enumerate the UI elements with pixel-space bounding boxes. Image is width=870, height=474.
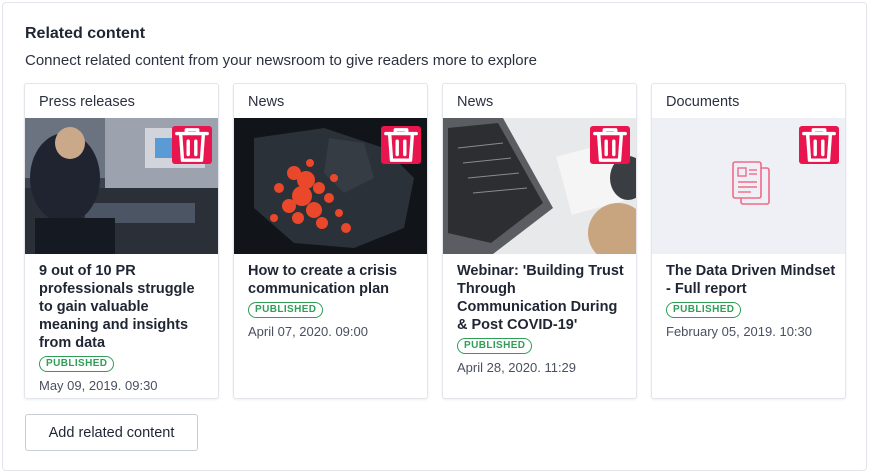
status-badge: PUBLISHED [248, 302, 324, 318]
trash-icon [593, 128, 627, 162]
card-thumbnail[interactable] [652, 118, 845, 254]
card-type-label: Press releases [39, 94, 135, 110]
related-card[interactable]: News Webinar: 'Building Trust Through Co… [442, 83, 637, 399]
trash-icon [802, 128, 836, 162]
trash-icon [175, 128, 209, 162]
delete-button[interactable] [799, 126, 839, 164]
card-title-text[interactable]: How to create a crisis communication pla… [248, 263, 397, 297]
card-thumbnail[interactable] [234, 118, 427, 254]
card-title-text[interactable]: The Data Driven Mindset - Full report [666, 263, 835, 297]
card-title-text[interactable]: Webinar: 'Building Trust Through Communi… [457, 263, 624, 333]
status-badge: PUBLISHED [39, 356, 115, 372]
card-title[interactable]: How to create a crisis communication pla… [248, 262, 418, 341]
card-title[interactable]: Webinar: 'Building Trust Through Communi… [457, 262, 627, 377]
related-card[interactable]: Press releases 9 out of 10 PR profession… [24, 83, 219, 399]
card-type-label: News [248, 94, 285, 110]
card-thumbnail[interactable] [25, 118, 218, 254]
card-title[interactable]: 9 out of 10 PR professionals struggle to… [39, 262, 209, 395]
related-content-panel: Related content Connect related content … [2, 2, 867, 471]
card-thumbnail[interactable] [443, 118, 636, 254]
delete-button[interactable] [590, 126, 630, 164]
delete-button[interactable] [172, 126, 212, 164]
add-related-content-button[interactable]: Add related content [25, 414, 198, 451]
card-type-label: Documents [666, 94, 740, 110]
delete-button[interactable] [381, 126, 421, 164]
card-date: February 05, 2019. 10:30 [666, 324, 812, 339]
card-date: April 28, 2020. 11:29 [457, 360, 577, 375]
related-card[interactable]: Documents The Data Driven Mindset - Full… [651, 83, 846, 399]
card-title[interactable]: The Data Driven Mindset - Full report PU… [666, 262, 836, 341]
status-badge: PUBLISHED [666, 302, 742, 318]
status-badge: PUBLISHED [457, 338, 533, 354]
trash-icon [384, 128, 418, 162]
related-card[interactable]: News How to create a crisis communicatio… [233, 83, 428, 399]
card-date: May 09, 2019. 09:30 [39, 378, 158, 393]
section-subtitle: Connect related content from your newsro… [25, 52, 537, 69]
card-type-label: News [457, 94, 494, 110]
card-date: April 07, 2020. 09:00 [248, 324, 368, 339]
document-icon [732, 161, 770, 205]
card-title-text[interactable]: 9 out of 10 PR professionals struggle to… [39, 263, 195, 351]
section-title: Related content [25, 25, 146, 42]
